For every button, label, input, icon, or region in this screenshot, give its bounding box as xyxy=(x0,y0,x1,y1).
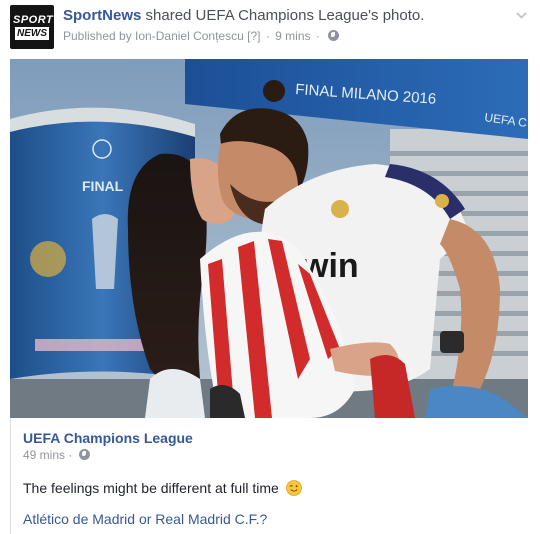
info-marker[interactable]: [?] xyxy=(247,29,260,43)
globe-icon[interactable] xyxy=(78,449,90,460)
wink-emoji-icon xyxy=(285,480,302,496)
post-meta: Published by Ion-Daniel Conțescu [?] · 9… xyxy=(63,29,340,43)
shared-original-post: UEFA Champions League 49 mins · The feel… xyxy=(10,418,528,534)
post-timestamp[interactable]: 9 mins xyxy=(275,29,310,43)
page-name-link[interactable]: SportNews xyxy=(63,7,141,24)
message-text: The feelings might be different at full … xyxy=(23,480,279,496)
chevron-down-icon[interactable] xyxy=(515,9,528,22)
stadium-kiss-image: FINAL MILANO 2016 UEFA C FINAL win xyxy=(10,59,528,418)
shared-post-link[interactable]: Atlético de Madrid or Real Madrid C.F.? xyxy=(23,511,267,527)
shared-page-name-link[interactable]: UEFA Champions League xyxy=(23,430,193,446)
globe-icon[interactable] xyxy=(328,30,340,41)
shared-post-meta: 49 mins · xyxy=(23,448,90,462)
shared-text: shared UEFA Champions League's photo. xyxy=(141,7,425,24)
pillar-text: FINAL xyxy=(82,178,124,194)
feed-post: SPORT NEWS SportNews shared UEFA Champio… xyxy=(0,0,540,534)
page-avatar[interactable]: SPORT NEWS xyxy=(10,5,54,49)
shared-post-message: The feelings might be different at full … xyxy=(23,480,302,496)
post-photo[interactable]: FINAL MILANO 2016 UEFA C FINAL win xyxy=(10,59,528,418)
published-by-text: Published by Ion-Daniel Conțescu xyxy=(63,29,244,43)
avatar-logo-text-top: SPORT xyxy=(13,14,54,26)
post-header: SportNews shared UEFA Champions League's… xyxy=(63,7,424,25)
shared-post-timestamp[interactable]: 49 mins xyxy=(23,448,65,462)
avatar-logo-text-bottom: NEWS xyxy=(15,27,49,40)
